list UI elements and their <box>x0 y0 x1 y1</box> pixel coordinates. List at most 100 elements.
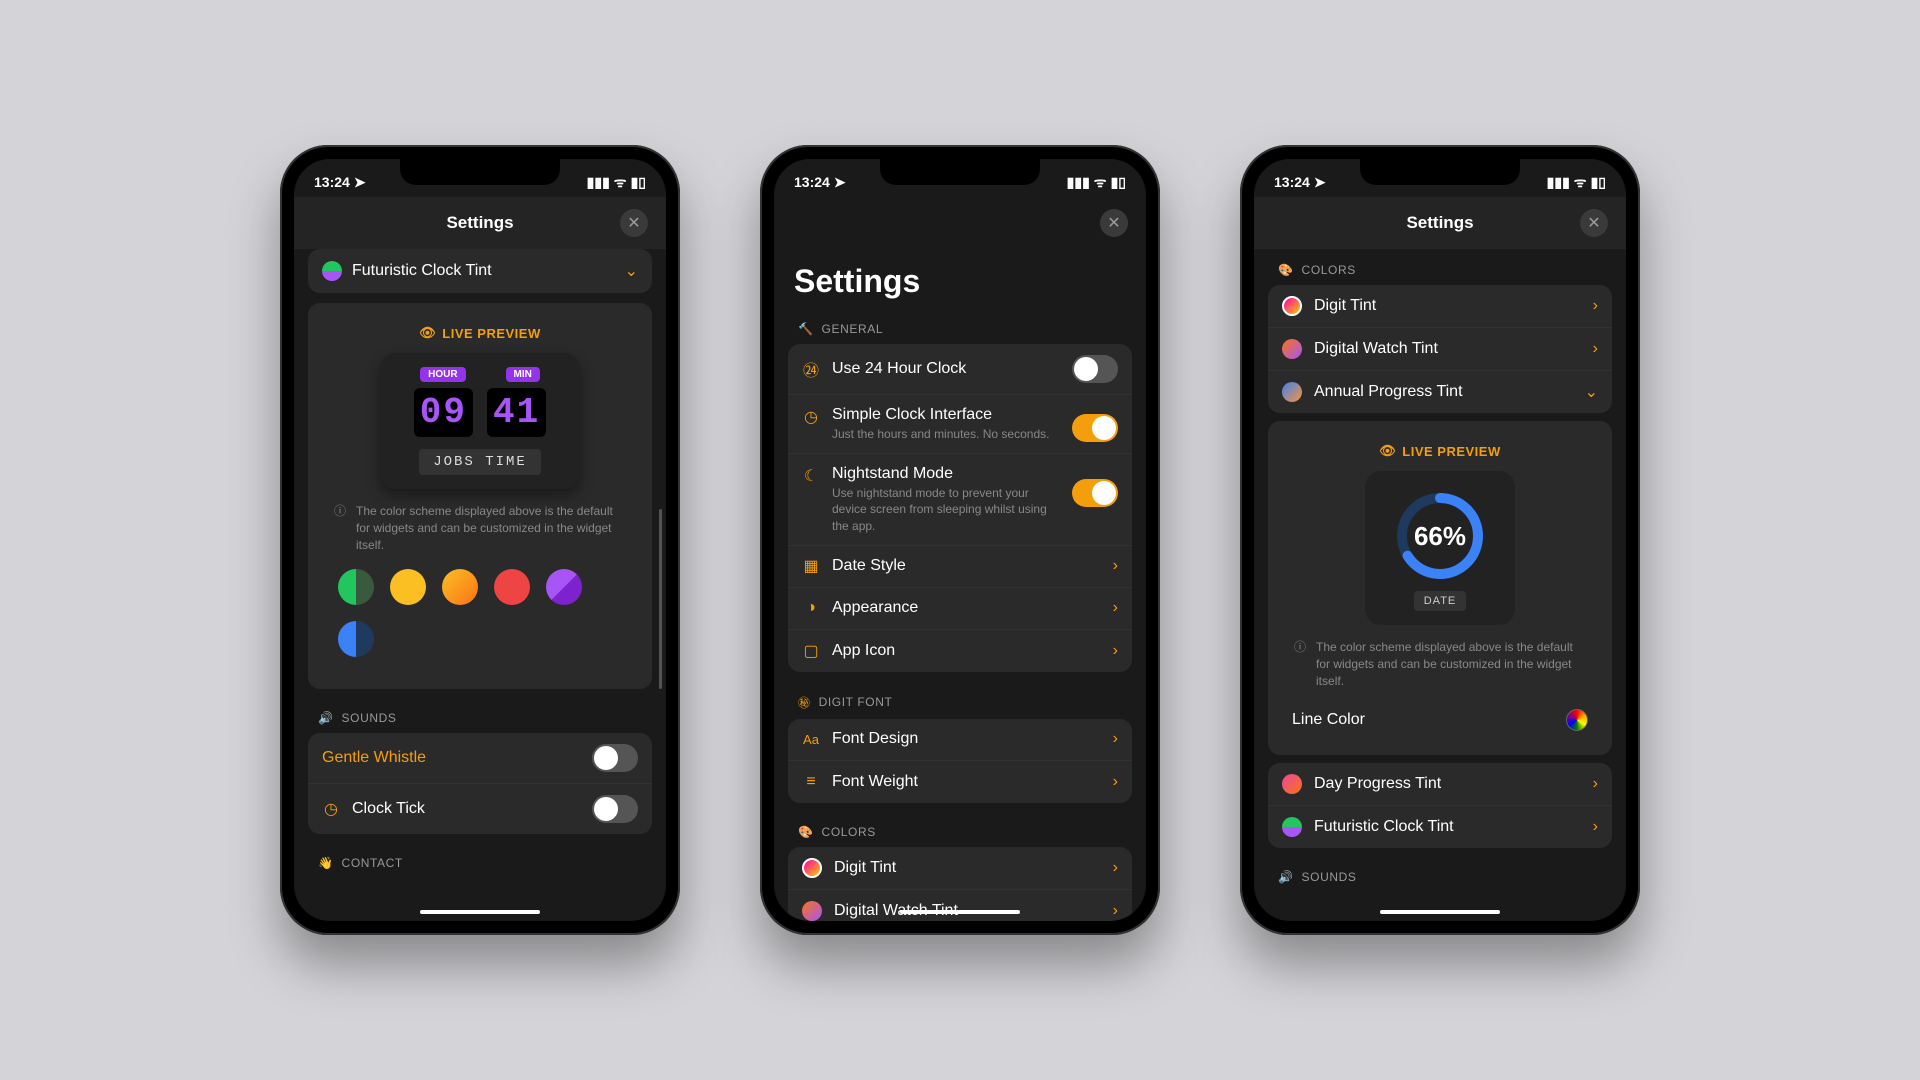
status-time: 13:24 <box>794 174 830 190</box>
sounds-section-header: 🔊 SOUNDS <box>308 697 652 733</box>
general-section-header: 🔨 GENERAL <box>788 308 1132 344</box>
gentle-whistle-row[interactable]: Gentle Whistle <box>308 733 652 784</box>
24h-toggle[interactable] <box>1072 355 1118 383</box>
clock-icon: ◷ <box>322 800 340 818</box>
digit-tint-row[interactable]: Digit Tint › <box>788 847 1132 890</box>
use-24-hour-row[interactable]: ㉔ Use 24 Hour Clock <box>788 344 1132 395</box>
ring-percent: 66% <box>1395 491 1485 581</box>
simple-clock-toggle[interactable] <box>1072 414 1118 442</box>
font-weight-row[interactable]: ≡ Font Weight › <box>788 761 1132 803</box>
close-button[interactable]: ✕ <box>1580 209 1608 237</box>
scrollbar[interactable] <box>659 509 662 689</box>
digital-watch-tint-row[interactable]: Digital Watch Tint › <box>788 890 1132 921</box>
chevron-right-icon: › <box>1113 902 1118 920</box>
contact-section-header: 👋 CONTACT <box>308 842 652 878</box>
clock-tick-row[interactable]: ◷ Clock Tick <box>308 784 652 834</box>
notch <box>880 159 1040 185</box>
appearance-row[interactable]: ◑ Appearance › <box>788 588 1132 630</box>
tint-swatch-icon <box>1282 339 1302 359</box>
row-label: App Icon <box>832 642 895 660</box>
nightstand-toggle[interactable] <box>1072 479 1118 507</box>
chevron-right-icon: › <box>1113 859 1118 877</box>
phone-mockup-2: 13:24➤ ▮▮▮ᯤ▮▯ ✕ Settings 🔨 GENERAL ㉔ Use… <box>760 145 1160 935</box>
live-preview-label: 👁 LIVE PREVIEW <box>1278 443 1602 459</box>
modal-header: Settings ✕ <box>294 197 666 249</box>
calendar-icon: ▦ <box>802 557 820 575</box>
location-icon: ➤ <box>834 174 846 191</box>
line-color-row[interactable]: Line Color <box>1278 699 1602 741</box>
row-label: Font Weight <box>832 773 918 791</box>
date-style-row[interactable]: ▦ Date Style › <box>788 546 1132 588</box>
chevron-right-icon: › <box>1593 297 1598 315</box>
signal-icon: ▮▮▮ <box>1547 174 1570 191</box>
minute-digits: 41 <box>487 388 546 437</box>
eye-icon: 👁 <box>419 325 436 341</box>
app-icon-row[interactable]: ▢ App Icon › <box>788 630 1132 672</box>
simple-clock-row[interactable]: ◷ Simple Clock Interface Just the hours … <box>788 395 1132 454</box>
row-label: Gentle Whistle <box>322 749 426 767</box>
24h-icon: ㉔ <box>802 360 820 378</box>
page-title: Settings <box>340 213 620 233</box>
tint-swatch-icon <box>1282 382 1302 402</box>
signal-icon: ▮▮▮ <box>1067 174 1090 191</box>
colors-section-header: 🎨 COLORS <box>1268 249 1612 285</box>
nightstand-row[interactable]: ☾ Nightstand Mode Use nightstand mode to… <box>788 454 1132 546</box>
row-label: Digital Watch Tint <box>1314 340 1438 358</box>
chevron-down-icon: ⌄ <box>625 261 638 281</box>
digital-watch-tint-row[interactable]: Digital Watch Tint › <box>1268 328 1612 371</box>
tint-swatch-icon <box>322 261 342 281</box>
info-text: ⓘ The color scheme displayed above is th… <box>1278 625 1602 699</box>
swatch-purple[interactable] <box>546 569 582 605</box>
row-label: Futuristic Clock Tint <box>352 262 615 280</box>
swatch-orange[interactable] <box>442 569 478 605</box>
chevron-right-icon: › <box>1113 642 1118 660</box>
futuristic-clock-tint-row[interactable]: Futuristic Clock Tint › <box>1268 806 1612 848</box>
wifi-icon: ᯤ <box>614 173 627 192</box>
futuristic-clock-tint-row[interactable]: Futuristic Clock Tint ⌄ <box>308 249 652 293</box>
font-design-row[interactable]: Aa Font Design › <box>788 719 1132 761</box>
chevron-right-icon: › <box>1593 818 1598 836</box>
hammer-icon: 🔨 <box>798 322 814 336</box>
swatch-green[interactable] <box>338 569 374 605</box>
notch <box>400 159 560 185</box>
sound-icon: 🔊 <box>1278 870 1294 884</box>
day-progress-tint-row[interactable]: Day Progress Tint › <box>1268 763 1612 806</box>
clock-icon: ◷ <box>802 408 820 426</box>
chevron-right-icon: › <box>1113 773 1118 791</box>
color-picker-icon[interactable] <box>1566 709 1588 731</box>
hand-icon: 👋 <box>318 856 334 870</box>
gentle-whistle-toggle[interactable] <box>592 744 638 772</box>
home-indicator[interactable] <box>1380 910 1500 914</box>
location-icon: ➤ <box>354 174 366 191</box>
palette-icon: 🎨 <box>798 825 814 839</box>
notch <box>1360 159 1520 185</box>
clock-tick-toggle[interactable] <box>592 795 638 823</box>
live-preview-label: 👁 LIVE PREVIEW <box>318 325 642 341</box>
modal-header: Settings ✕ <box>1254 197 1626 249</box>
close-button[interactable]: ✕ <box>620 209 648 237</box>
page-title: Settings <box>788 249 1132 308</box>
swatch-red[interactable] <box>494 569 530 605</box>
date-tag: DATE <box>1414 591 1467 611</box>
status-time: 13:24 <box>1274 174 1310 190</box>
row-label: Clock Tick <box>352 800 425 818</box>
clock-preview: HOUR MIN 09 41 JOBS TIME <box>380 353 580 489</box>
aa-icon: Aa <box>802 730 820 748</box>
row-label: Annual Progress Tint <box>1314 383 1463 401</box>
home-indicator[interactable] <box>420 910 540 914</box>
chevron-down-icon: ⌄ <box>1585 382 1598 402</box>
close-button[interactable]: ✕ <box>1100 209 1128 237</box>
battery-icon: ▮▯ <box>1591 174 1606 191</box>
location-icon: ➤ <box>1314 174 1326 191</box>
digit-tint-row[interactable]: Digit Tint › <box>1268 285 1612 328</box>
swatch-blue[interactable] <box>338 621 374 657</box>
app-icon-icon: ▢ <box>802 642 820 660</box>
swatch-yellow[interactable] <box>390 569 426 605</box>
chevron-right-icon: › <box>1113 730 1118 748</box>
wifi-icon: ᯤ <box>1574 173 1587 192</box>
annual-progress-tint-row[interactable]: Annual Progress Tint ⌄ <box>1268 371 1612 413</box>
home-indicator[interactable] <box>900 910 1020 914</box>
info-icon: ⓘ <box>1294 639 1306 689</box>
color-swatches <box>318 563 642 675</box>
row-label: Nightstand Mode <box>832 465 1060 483</box>
